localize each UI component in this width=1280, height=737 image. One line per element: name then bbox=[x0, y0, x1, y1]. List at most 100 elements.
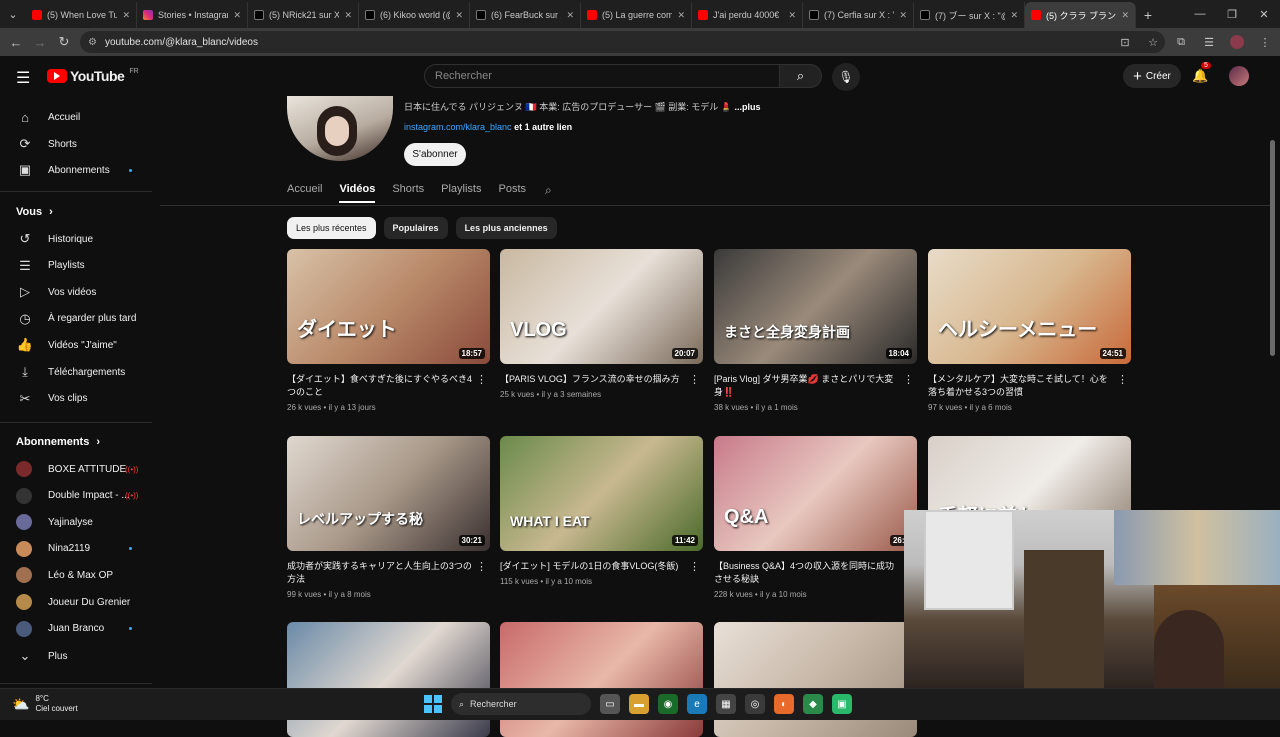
video-options-icon[interactable]: ⋮ bbox=[689, 373, 700, 386]
sort-chip[interactable]: Populaires bbox=[383, 217, 448, 239]
video-thumbnail[interactable]: WHAT I EAT 11:42 bbox=[500, 436, 703, 551]
address-bar[interactable]: ⚙ youtube.com/@klara_blanc/videos bbox=[80, 31, 1165, 53]
browser-tab[interactable]: (6) FearBuck sur X ✕ bbox=[470, 2, 581, 28]
search-input[interactable]: Rechercher bbox=[424, 64, 780, 88]
video-options-icon[interactable]: ⋮ bbox=[903, 373, 914, 386]
sidebar-subscription[interactable]: Yajinalyse bbox=[0, 509, 150, 535]
firefox-icon[interactable]: ◐ bbox=[774, 694, 794, 714]
youtube-logo[interactable]: YouTube FR bbox=[47, 68, 139, 84]
channel-search-icon[interactable]: ⌕ bbox=[545, 183, 552, 198]
sidebar-item-history[interactable]: ↺ Historique bbox=[0, 226, 150, 252]
video-title[interactable]: 成功者が実践するキャリアと人生向上の3つの方法 bbox=[287, 560, 475, 586]
browser-tab[interactable]: (6) Kikoo world (@ ✕ bbox=[359, 2, 470, 28]
browser-tab[interactable]: (7) Cerfia sur X : " ✕ bbox=[803, 2, 914, 28]
sidebar-item-watch-later[interactable]: ◷ À regarder plus tard bbox=[0, 306, 150, 332]
browser-tab[interactable]: (5) La guerre com ✕ bbox=[581, 2, 692, 28]
profile-avatar[interactable] bbox=[1230, 35, 1244, 49]
close-tab-icon[interactable]: ✕ bbox=[1121, 10, 1129, 21]
sidebar-item-your-videos[interactable]: ▷ Vos vidéos bbox=[0, 279, 150, 305]
close-tab-icon[interactable]: ✕ bbox=[344, 10, 352, 21]
video-thumbnail[interactable]: VLOG 20:07 bbox=[500, 249, 703, 364]
voice-search-icon[interactable]: 🎙 bbox=[832, 63, 860, 91]
bookmark-star-icon[interactable]: ☆ bbox=[1146, 36, 1160, 49]
taskbar-search[interactable]: ⌕ Rechercher bbox=[451, 693, 591, 715]
create-button[interactable]: + Créer bbox=[1123, 64, 1181, 88]
video-title[interactable]: 【メンタルケア】大変な時こそ試して！心を落ち着かせる3つの習慣 bbox=[928, 373, 1116, 399]
sidebar-item-playlists[interactable]: ☰ Playlists bbox=[0, 253, 150, 279]
video-card[interactable]: まさと全身変身計画 18:04 [Paris Vlog] ダサ男卒業💋 まさとパリで… bbox=[714, 249, 918, 412]
close-window-icon[interactable]: ✕ bbox=[1248, 0, 1280, 28]
sidebar-item-downloads[interactable]: ⤓ Téléchargements bbox=[0, 359, 150, 385]
minimize-icon[interactable]: — bbox=[1184, 0, 1216, 28]
tab-search-icon[interactable]: ⌄ bbox=[0, 0, 26, 28]
close-tab-icon[interactable]: ✕ bbox=[455, 10, 463, 21]
edge-icon[interactable]: e bbox=[687, 694, 707, 714]
sidebar-subscription[interactable]: Joueur Du Grenier bbox=[0, 589, 150, 615]
channel-avatar[interactable] bbox=[287, 96, 393, 161]
video-card[interactable]: ダイエット 18:57 【ダイエット】食べすぎた後にすぐやるべき4つのこと 26 k … bbox=[287, 249, 491, 412]
browser-tab[interactable]: Stories • Instagram ✕ bbox=[137, 2, 248, 28]
video-card[interactable]: WHAT I EAT 11:42 [ダイエット] モデルの1日の食事VLOG(冬飯)… bbox=[500, 436, 704, 586]
sidebar-item-liked[interactable]: 👍 Vidéos "J'aime" bbox=[0, 332, 150, 358]
close-tab-icon[interactable]: ✕ bbox=[233, 10, 241, 21]
video-thumbnail[interactable]: まさと全身変身計画 18:04 bbox=[714, 249, 917, 364]
sidebar-item-shorts[interactable]: ⟳ Shorts bbox=[0, 131, 150, 157]
tab-vidos[interactable]: Vidéos bbox=[339, 183, 376, 203]
video-thumbnail[interactable]: ヘルシーメニュー 24:51 bbox=[928, 249, 1131, 364]
task-view-icon[interactable]: ▭ bbox=[600, 694, 620, 714]
video-card[interactable]: レベルアップする秘 30:21 成功者が実践するキャリアと人生向上の3つの方法 99 … bbox=[287, 436, 491, 599]
store-icon[interactable]: ▦ bbox=[716, 694, 736, 714]
sort-chip[interactable]: Les plus récentes bbox=[287, 217, 376, 239]
restore-icon[interactable]: ❐ bbox=[1216, 0, 1248, 28]
tab-accueil[interactable]: Accueil bbox=[287, 183, 322, 203]
close-tab-icon[interactable]: ✕ bbox=[788, 10, 796, 21]
reading-list-icon[interactable]: ☰ bbox=[1202, 36, 1216, 49]
chrome-icon[interactable]: ◎ bbox=[745, 694, 765, 714]
nvidia-icon[interactable]: ◉ bbox=[658, 694, 678, 714]
reload-icon[interactable]: ↻ bbox=[52, 34, 76, 50]
sidebar-item-clips[interactable]: ✂ Vos clips bbox=[0, 386, 150, 412]
you-section-header[interactable]: Vous › bbox=[16, 206, 53, 218]
menu-icon[interactable]: ☰ bbox=[16, 68, 30, 88]
video-options-icon[interactable]: ⋮ bbox=[1117, 373, 1128, 386]
video-title[interactable]: [Paris Vlog] ダサ男卒業💋 まさとパリで大変身‼️ bbox=[714, 373, 902, 399]
sidebar-subscription[interactable]: Double Impact - ... ((•)) bbox=[0, 483, 150, 509]
forward-icon[interactable]: → bbox=[28, 35, 52, 50]
video-options-icon[interactable]: ⋮ bbox=[476, 373, 487, 386]
back-icon[interactable]: ← bbox=[4, 35, 28, 50]
sidebar-item-subscriptions[interactable]: ▣ Abonnements bbox=[0, 157, 150, 183]
file-explorer-icon[interactable]: ▬ bbox=[629, 694, 649, 714]
browser-tab[interactable]: (7) ブー sur X : "@ ✕ bbox=[914, 2, 1025, 28]
browser-tab[interactable]: (5) クララ ブラン ✕ bbox=[1025, 2, 1136, 28]
sidebar-subscription[interactable]: Juan Branco bbox=[0, 616, 150, 642]
user-avatar[interactable] bbox=[1229, 66, 1249, 86]
subscriptions-section-header[interactable]: Abonnements › bbox=[16, 436, 100, 448]
close-tab-icon[interactable]: ✕ bbox=[899, 10, 907, 21]
browser-tab[interactable]: (5) NRick21 sur X ✕ bbox=[248, 2, 359, 28]
video-title[interactable]: 【PARIS VLOG】フランス流の幸せの掴み方 bbox=[500, 373, 688, 386]
new-tab-button[interactable]: + bbox=[1136, 2, 1160, 28]
site-info-icon[interactable]: ⚙ bbox=[88, 37, 97, 48]
video-thumbnail[interactable]: レベルアップする秘 30:21 bbox=[287, 436, 490, 551]
search-button[interactable]: ⌕ bbox=[780, 64, 822, 88]
app-icon[interactable]: ◆ bbox=[803, 694, 823, 714]
close-tab-icon[interactable]: ✕ bbox=[677, 10, 685, 21]
sidebar-subscription[interactable]: Léo & Max OP bbox=[0, 562, 150, 588]
video-title[interactable]: 【ダイエット】食べすぎた後にすぐやるべき4つのこと bbox=[287, 373, 475, 399]
messaging-app-icon[interactable]: ▣ bbox=[832, 694, 852, 714]
video-card[interactable]: Q&A 26:1 【Business Q&A】4つの収入源を同時に成功させる秘訣 22… bbox=[714, 436, 918, 599]
video-title[interactable]: 【Business Q&A】4つの収入源を同時に成功させる秘訣 bbox=[714, 560, 902, 586]
page-scrollbar[interactable] bbox=[1270, 140, 1275, 356]
tab-shorts[interactable]: Shorts bbox=[392, 183, 424, 203]
subscribe-button[interactable]: S'abonner bbox=[404, 143, 466, 166]
video-card[interactable]: VLOG 20:07 【PARIS VLOG】フランス流の幸せの掴み方 25 k vu… bbox=[500, 249, 704, 399]
instagram-link[interactable]: instagram.com/klara_blanc bbox=[404, 122, 512, 132]
sidebar-show-more[interactable]: ⌄ Plus bbox=[0, 643, 150, 669]
sort-chip[interactable]: Les plus anciennes bbox=[455, 217, 557, 239]
sidebar-subscription[interactable]: BOXE ATTITUDE ((•)) bbox=[0, 456, 150, 482]
video-card[interactable]: ヘルシーメニュー 24:51 【メンタルケア】大変な時こそ試して！心を落ち着かせる3… bbox=[928, 249, 1132, 412]
sidebar-item-home[interactable]: ⌂ Accueil bbox=[0, 104, 150, 130]
other-links[interactable]: et 1 autre lien bbox=[512, 122, 572, 132]
extensions-icon[interactable]: ⧉ bbox=[1174, 36, 1188, 49]
browser-tab[interactable]: J'ai perdu 4000€ ✕ bbox=[692, 2, 803, 28]
